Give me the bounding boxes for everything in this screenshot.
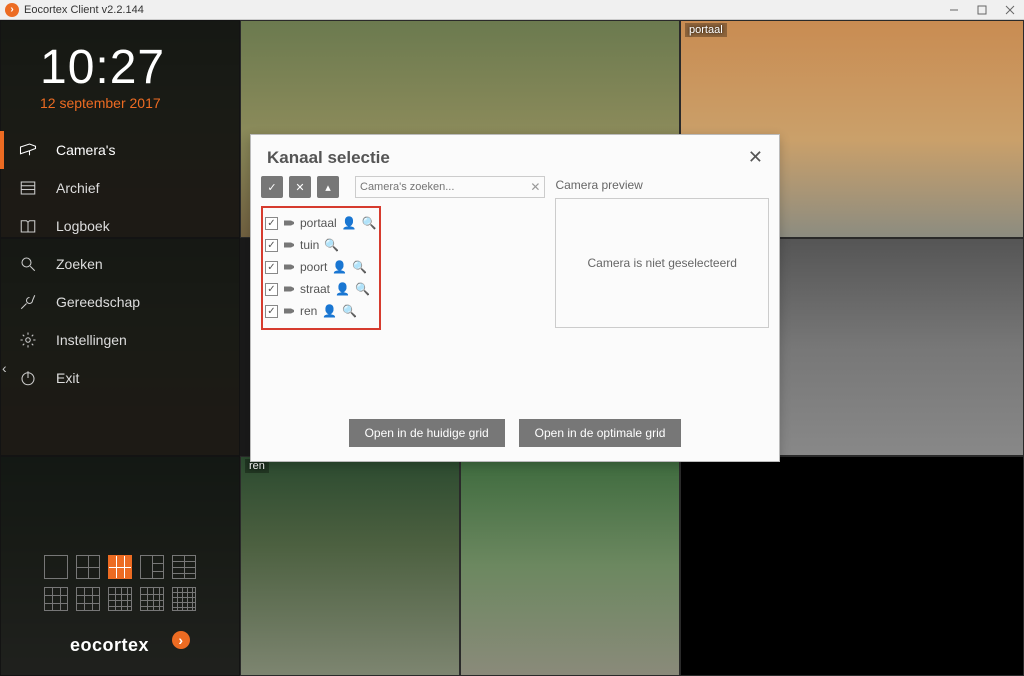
wrench-icon bbox=[18, 292, 38, 312]
nav-label: Archief bbox=[56, 180, 100, 196]
archive-icon bbox=[18, 178, 38, 198]
camera-row[interactable]: ✓ tuin 🔍 bbox=[265, 234, 377, 256]
zoom-icon: 🔍 bbox=[324, 238, 339, 252]
camera-tile[interactable] bbox=[680, 456, 1024, 676]
preview-label: Camera preview bbox=[555, 178, 769, 192]
grid-layout-mix[interactable] bbox=[172, 555, 196, 579]
grid-layout-1[interactable] bbox=[44, 555, 68, 579]
grid-layout-3x3b[interactable] bbox=[76, 587, 100, 611]
open-optimal-grid-button[interactable]: Open in de optimale grid bbox=[519, 419, 682, 447]
camera-name: ren bbox=[300, 304, 317, 318]
clock-time: 10:27 bbox=[40, 40, 220, 95]
person-icon: 👤 bbox=[342, 216, 357, 230]
grid-layout-3x2[interactable] bbox=[108, 555, 132, 579]
uncheck-all-button[interactable]: ✕ bbox=[289, 176, 311, 198]
nav-label: Zoeken bbox=[56, 256, 103, 272]
preview-box: Camera is niet geselecteerd bbox=[555, 198, 769, 328]
dialog-title: Kanaal selectie bbox=[267, 148, 390, 168]
person-icon: 👤 bbox=[332, 260, 347, 274]
channel-selection-dialog: Kanaal selectie ✕ ✓ ✕ ▴ ✕ ✓ bbox=[250, 134, 780, 462]
nav-item-archive[interactable]: Archief bbox=[0, 169, 240, 207]
check-all-button[interactable]: ✓ bbox=[261, 176, 283, 198]
brand-text: eocortex bbox=[70, 635, 149, 655]
open-current-grid-button[interactable]: Open in de huidige grid bbox=[349, 419, 505, 447]
nav-label: Camera's bbox=[56, 142, 115, 158]
preview-empty-text: Camera is niet geselecteerd bbox=[588, 256, 737, 270]
minimize-button[interactable] bbox=[940, 0, 968, 20]
collapse-tree-button[interactable]: ▴ bbox=[317, 176, 339, 198]
camera-row[interactable]: ✓ ren 👤 🔍 bbox=[265, 300, 377, 322]
power-icon bbox=[18, 368, 38, 388]
camera-list: ✓ portaal 👤 🔍 ✓ tuin 🔍 ✓ bbox=[261, 206, 381, 330]
zoom-icon: 🔍 bbox=[352, 260, 367, 274]
search-icon bbox=[18, 254, 38, 274]
window-title: Eocortex Client v2.2.144 bbox=[24, 4, 144, 16]
grid-layout-2x2[interactable] bbox=[76, 555, 100, 579]
gear-icon bbox=[18, 330, 38, 350]
camera-search-field[interactable]: ✕ bbox=[355, 176, 545, 198]
checkbox[interactable]: ✓ bbox=[265, 217, 278, 230]
close-button[interactable] bbox=[996, 0, 1024, 20]
nav-item-search[interactable]: Zoeken bbox=[0, 245, 240, 283]
titlebar: Eocortex Client v2.2.144 bbox=[0, 0, 1024, 20]
camera-row[interactable]: ✓ poort 👤 🔍 bbox=[265, 256, 377, 278]
camera-icon bbox=[283, 239, 295, 251]
camera-tile[interactable] bbox=[460, 456, 680, 676]
checkbox[interactable]: ✓ bbox=[265, 283, 278, 296]
camera-name: tuin bbox=[300, 238, 319, 252]
grid-layout-3x3[interactable] bbox=[44, 587, 68, 611]
camera-icon bbox=[283, 305, 295, 317]
nav-item-settings[interactable]: Instellingen bbox=[0, 321, 240, 359]
brand-arrow-icon bbox=[172, 631, 190, 649]
collapse-sidebar-button[interactable]: ‹ bbox=[2, 360, 7, 376]
nav-label: Logboek bbox=[56, 218, 110, 234]
sidebar: 10:27 12 september 2017 Camera's Archief… bbox=[0, 20, 240, 676]
person-icon: 👤 bbox=[335, 282, 350, 296]
clock-date: 12 september 2017 bbox=[40, 95, 220, 111]
camera-tile[interactable]: ren bbox=[240, 456, 460, 676]
camera-row[interactable]: ✓ straat 👤 🔍 bbox=[265, 278, 377, 300]
grid-layout-4x4[interactable] bbox=[108, 587, 132, 611]
camera-icon bbox=[18, 140, 38, 160]
nav-label: Instellingen bbox=[56, 332, 127, 348]
zoom-icon: 🔍 bbox=[362, 216, 377, 230]
checkbox[interactable]: ✓ bbox=[265, 305, 278, 318]
zoom-icon: 🔍 bbox=[355, 282, 370, 296]
brand-logo: eocortex bbox=[0, 629, 240, 676]
book-icon bbox=[18, 216, 38, 236]
maximize-button[interactable] bbox=[968, 0, 996, 20]
grid-presets bbox=[0, 555, 240, 629]
clear-search-icon[interactable]: ✕ bbox=[530, 180, 540, 194]
person-icon: 👤 bbox=[322, 304, 337, 318]
nav-item-tools[interactable]: Gereedschap bbox=[0, 283, 240, 321]
camera-icon bbox=[283, 261, 295, 273]
camera-label: portaal bbox=[685, 23, 727, 37]
camera-icon bbox=[283, 283, 295, 295]
checkbox[interactable]: ✓ bbox=[265, 239, 278, 252]
grid-layout-4x4b[interactable] bbox=[140, 587, 164, 611]
nav-item-cameras[interactable]: Camera's bbox=[0, 131, 240, 169]
grid-layout-split[interactable] bbox=[140, 555, 164, 579]
camera-name: poort bbox=[300, 260, 327, 274]
nav-list: Camera's Archief Logboek Zoeken Gereedsc… bbox=[0, 131, 240, 397]
nav-item-logbook[interactable]: Logboek bbox=[0, 207, 240, 245]
checkbox[interactable]: ✓ bbox=[265, 261, 278, 274]
camera-name: portaal bbox=[300, 216, 337, 230]
clock: 10:27 12 september 2017 bbox=[0, 20, 240, 119]
nav-item-exit[interactable]: Exit bbox=[0, 359, 240, 397]
camera-name: straat bbox=[300, 282, 330, 296]
app-icon bbox=[5, 3, 19, 17]
grid-layout-5x5[interactable] bbox=[172, 587, 196, 611]
camera-icon bbox=[283, 217, 295, 229]
nav-label: Exit bbox=[56, 370, 79, 386]
nav-label: Gereedschap bbox=[56, 294, 140, 310]
window-controls bbox=[940, 0, 1024, 20]
zoom-icon: 🔍 bbox=[342, 304, 357, 318]
dialog-close-button[interactable]: ✕ bbox=[748, 147, 763, 168]
camera-row[interactable]: ✓ portaal 👤 🔍 bbox=[265, 212, 377, 234]
camera-search-input[interactable] bbox=[360, 181, 530, 193]
